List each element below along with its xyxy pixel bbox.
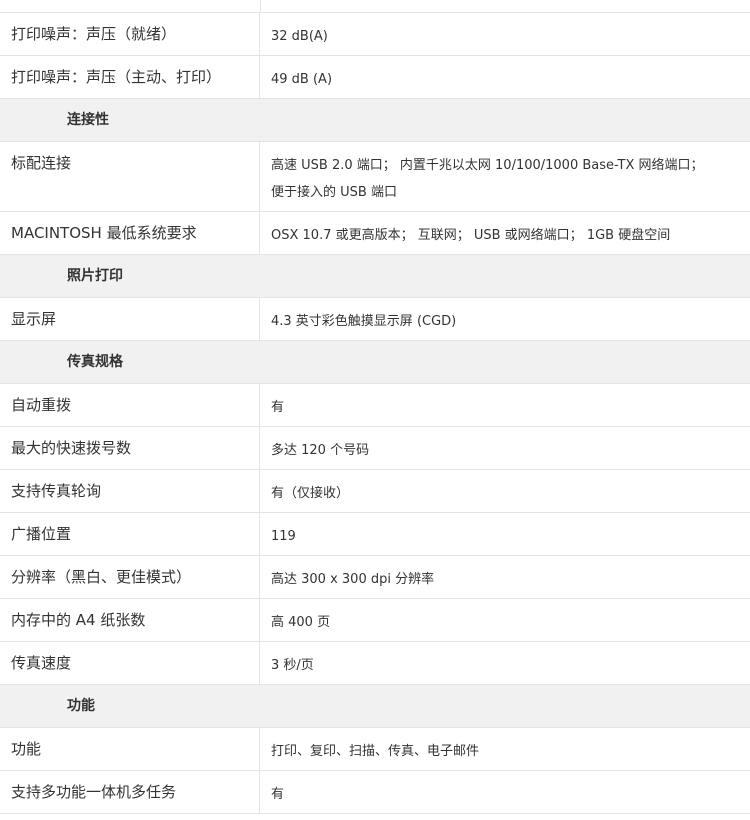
spec-label: 功能 [0, 728, 260, 770]
spec-label: MACINTOSH 最低系统要求 [0, 212, 260, 254]
spec-value: 高速 USB 2.0 端口； 内置千兆以太网 10/100/1000 Base-… [260, 142, 750, 211]
spec-label: 支持多功能一体机多任务 [0, 771, 260, 813]
spec-row-mac-requirements: MACINTOSH 最低系统要求 OSX 10.7 或更高版本； 互联网； US… [0, 212, 750, 255]
spec-value: 4.3 英寸彩色触摸显示屏 (CGD) [271, 314, 457, 329]
spec-label: 标配连接 [0, 142, 260, 211]
spec-label: 分辨率（黑白、更佳模式） [0, 556, 260, 598]
spec-row-display: 显示屏 4.3 英寸彩色触摸显示屏 (CGD) [0, 298, 750, 341]
spec-label: 显示屏 [0, 298, 260, 340]
spec-table: 打印噪声：声压（就绪） 32 dB(A) 打印噪声：声压（主动、打印） 49 d… [0, 0, 750, 814]
spec-row-multitasking: 支持多功能一体机多任务 有 [0, 771, 750, 814]
spec-value: 高达 300 x 300 dpi 分辨率 [271, 572, 435, 587]
spec-label: 传真速度 [0, 642, 260, 684]
section-header-connectivity: 连接性 [0, 99, 750, 142]
spec-value: 多达 120 个号码 [271, 443, 370, 458]
top-spacer [0, 0, 750, 12]
section-header-fax-specs: 传真规格 [0, 341, 750, 384]
spec-label: 支持传真轮询 [0, 470, 260, 512]
spec-label: 内存中的 A4 纸张数 [0, 599, 260, 641]
spec-row-fax-polling: 支持传真轮询 有（仅接收） [0, 470, 750, 513]
spec-value: 32 dB(A) [271, 29, 328, 44]
spec-label: 自动重拨 [0, 384, 260, 426]
spec-label: 最大的快速拨号数 [0, 427, 260, 469]
spec-value: 119 [271, 529, 296, 544]
section-header-functions: 功能 [0, 685, 750, 728]
spec-value-line: 高速 USB 2.0 端口； 内置千兆以太网 10/100/1000 Base-… [271, 158, 704, 173]
spec-value: 有 [271, 400, 285, 415]
spec-row-standard-connectivity: 标配连接 高速 USB 2.0 端口； 内置千兆以太网 10/100/1000 … [0, 142, 750, 212]
spec-row-functions: 功能 打印、复印、扫描、传真、电子邮件 [0, 728, 750, 771]
spec-label: 打印噪声：声压（就绪） [0, 13, 260, 55]
spec-value: 有 [271, 787, 285, 802]
spec-label: 广播位置 [0, 513, 260, 555]
spec-row-broadcast-locations: 广播位置 119 [0, 513, 750, 556]
spec-value: 打印、复印、扫描、传真、电子邮件 [271, 744, 480, 759]
spec-row-auto-redial: 自动重拨 有 [0, 384, 750, 427]
spec-label: 打印噪声：声压（主动、打印） [0, 56, 260, 98]
spec-row-noise-ready: 打印噪声：声压（就绪） 32 dB(A) [0, 13, 750, 56]
spec-value: 49 dB (A) [271, 72, 333, 87]
spec-value: 高 400 页 [271, 615, 331, 630]
spec-row-speed-dials: 最大的快速拨号数 多达 120 个号码 [0, 427, 750, 470]
spec-value: 3 秒/页 [271, 658, 314, 673]
spec-row-fax-speed: 传真速度 3 秒/页 [0, 642, 750, 685]
spec-row-memory-pages: 内存中的 A4 纸张数 高 400 页 [0, 599, 750, 642]
spec-row-noise-active: 打印噪声：声压（主动、打印） 49 dB (A) [0, 56, 750, 99]
spec-value-line: 便于接入的 USB 端口 [271, 185, 397, 200]
spec-row-fax-resolution: 分辨率（黑白、更佳模式） 高达 300 x 300 dpi 分辨率 [0, 556, 750, 599]
section-header-photo-printing: 照片打印 [0, 255, 750, 298]
spec-value: 有（仅接收） [271, 486, 350, 501]
spec-value: OSX 10.7 或更高版本； 互联网； USB 或网络端口； 1GB 硬盘空间 [271, 228, 671, 243]
